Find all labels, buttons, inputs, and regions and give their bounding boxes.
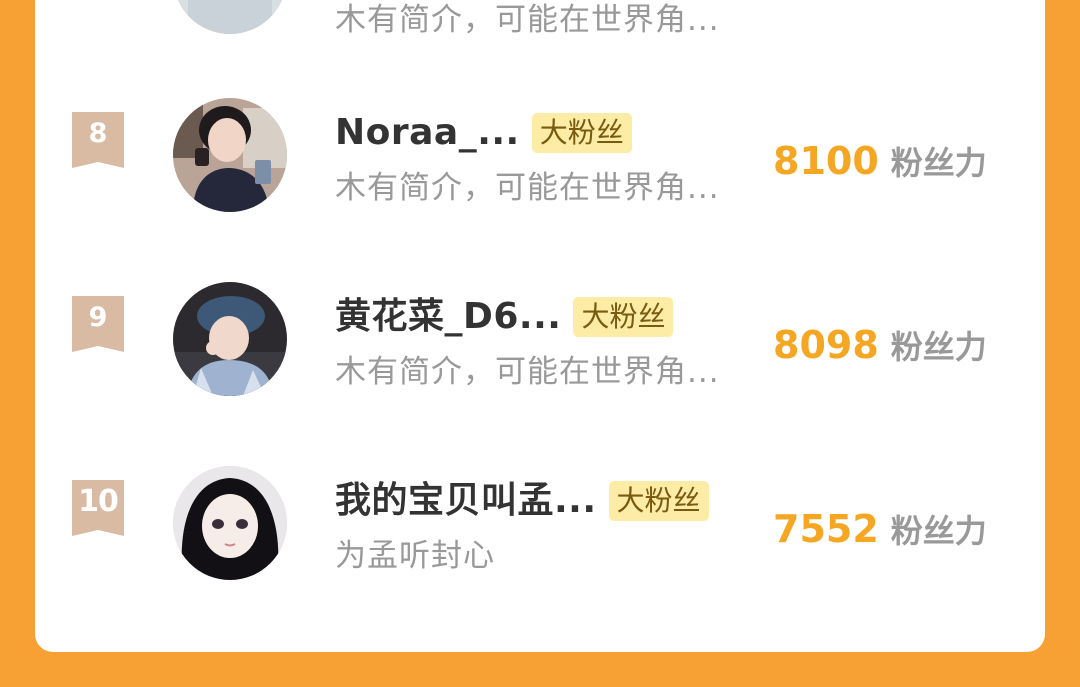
user-bio: 木有简介，可能在世界角... bbox=[335, 170, 720, 206]
rank-ribbon: 9 bbox=[72, 296, 124, 352]
ranking-row[interactable]: 10 我的宝贝叫孟... 大粉丝 为孟听封心 7552 粉丝力 bbox=[35, 428, 1045, 580]
fan-level-badge: 大粉丝 bbox=[608, 481, 709, 521]
score-unit: 粉丝力 bbox=[890, 512, 987, 550]
user-bio: 为孟听封心 bbox=[335, 538, 495, 574]
user-name[interactable]: Noraa_... bbox=[335, 110, 520, 156]
score-value: 7552 bbox=[773, 507, 879, 551]
avatar[interactable] bbox=[173, 98, 287, 212]
user-bio: 木有简介，可能在世界角... bbox=[335, 2, 720, 38]
user-bio: 木有简介，可能在世界角... bbox=[335, 354, 720, 390]
score-unit: 粉丝力 bbox=[890, 328, 987, 366]
ranking-row[interactable]: 8 Noraa_... 大粉丝 木有简介，可能在世界角... 8100 粉丝力 bbox=[35, 60, 1045, 212]
rank-ribbon: 8 bbox=[72, 112, 124, 168]
fan-power-score: 7552 粉丝力 bbox=[773, 506, 987, 554]
score-unit: 粉丝力 bbox=[890, 144, 987, 182]
user-name[interactable]: 我的宝贝叫孟... bbox=[335, 478, 597, 524]
ranking-row[interactable]: 9 黄花菜_D6... 大粉丝 木有简介，可能在世界角... 8098 粉丝力 bbox=[35, 244, 1045, 396]
avatar[interactable] bbox=[173, 0, 287, 34]
rank-number: 9 bbox=[88, 302, 108, 333]
fan-level-badge: 大粉丝 bbox=[573, 297, 674, 337]
user-name[interactable]: 黄花菜_D6... bbox=[335, 294, 561, 340]
rank-number: 10 bbox=[78, 484, 119, 519]
score-value: 8098 bbox=[773, 323, 879, 367]
fan-power-score: 8100 粉丝力 bbox=[773, 138, 987, 186]
ranking-card: 木有简介，可能在世界角... 8 Noraa_... 大粉丝 木有简介，可能在世… bbox=[35, 0, 1045, 652]
fan-level-badge: 大粉丝 bbox=[531, 113, 632, 153]
score-value: 8100 bbox=[773, 139, 879, 183]
avatar[interactable] bbox=[173, 466, 287, 580]
avatar[interactable] bbox=[173, 282, 287, 396]
fan-power-score: 8098 粉丝力 bbox=[773, 322, 987, 370]
rank-number: 8 bbox=[88, 118, 108, 149]
rank-ribbon: 10 bbox=[72, 480, 124, 536]
